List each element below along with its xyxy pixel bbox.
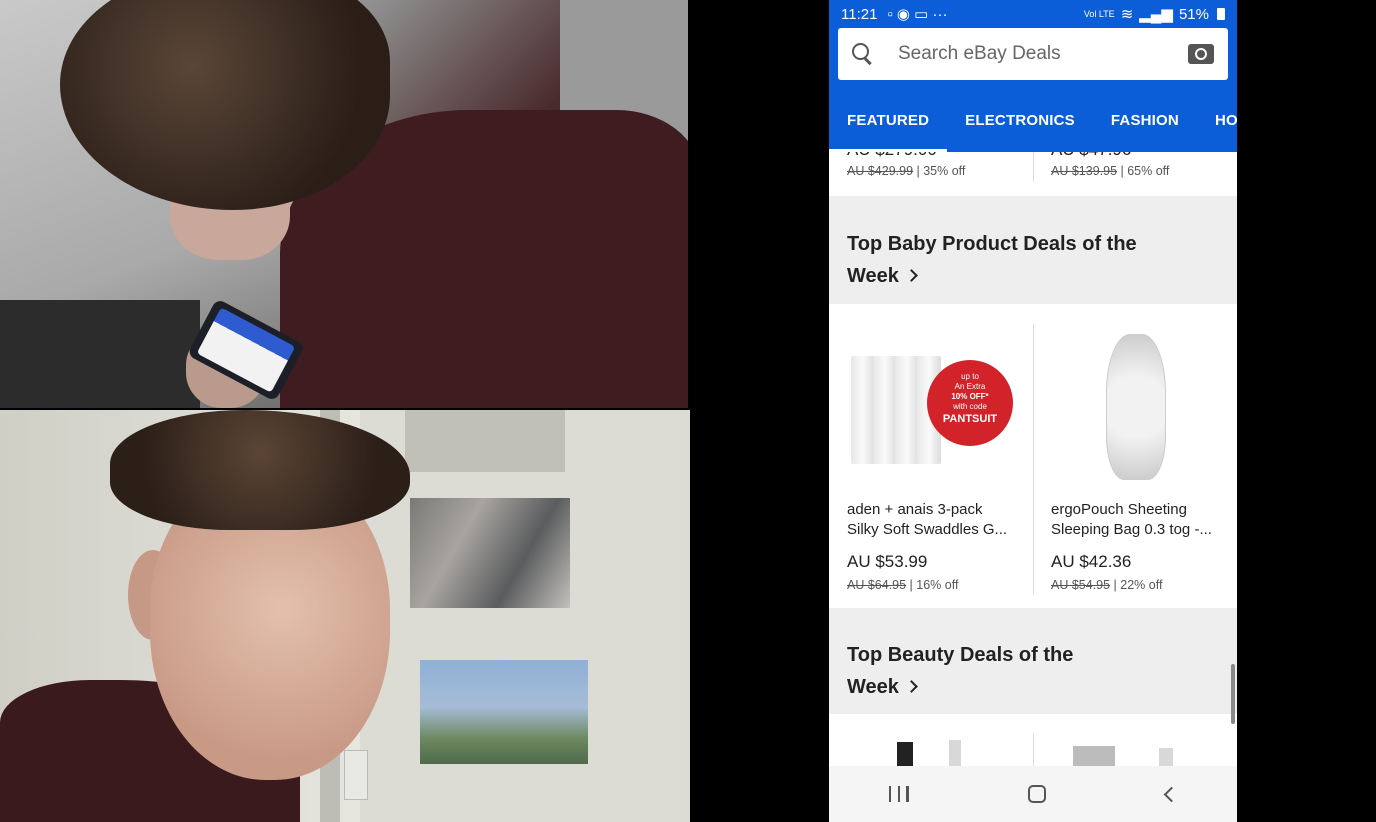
category-tabs: FEATURED ELECTRONICS FASHION HOM <box>829 104 1237 152</box>
status-time: 11:21 <box>841 5 878 23</box>
product-original-price: AU $139.95 | 65% off <box>1051 164 1170 178</box>
poster <box>420 660 588 764</box>
chevron-right-icon <box>905 680 918 693</box>
product-original-price: AU $64.95 | 16% off <box>847 578 959 592</box>
search-input[interactable]: Search eBay Deals <box>898 43 1188 65</box>
battery-level: 51% <box>1178 5 1209 23</box>
poster <box>410 498 570 608</box>
search-icon <box>852 43 874 65</box>
status-bar: 11:21 ▫ ◉ ▭ ··· Vol LTE ≋ ▂▄▆ 51% <box>829 0 1237 28</box>
swaddle-cloth <box>873 356 897 464</box>
product-card[interactable]: AU $47.96 AU $139.95 | 65% off <box>1033 152 1237 196</box>
product-title: aden + anais 3-pack Silky Soft Swaddles … <box>847 501 1008 538</box>
product-price: AU $53.99 <box>847 552 928 571</box>
product-image[interactable] <box>897 742 913 766</box>
person-hair <box>110 410 410 530</box>
promo-badge: up to An Extra 10% OFF* with code PANTSU… <box>927 360 1013 446</box>
product-original-price: AU $429.99 | 35% off <box>847 164 966 178</box>
product-image[interactable] <box>1159 748 1173 766</box>
app-header: Search eBay Deals FEATURED ELECTRONICS F… <box>829 28 1237 152</box>
tab-featured[interactable]: FEATURED <box>829 104 948 152</box>
signal-label: Vol LTE <box>1083 9 1115 19</box>
tab-electronics[interactable]: ELECTRONICS <box>947 104 1093 152</box>
product-image <box>1051 326 1221 480</box>
camera-icon[interactable] <box>1188 44 1214 64</box>
back-icon[interactable] <box>1163 786 1180 802</box>
product-price: AU $47.96 <box>1051 152 1237 160</box>
front-camera-view <box>0 410 690 822</box>
section-title-beauty[interactable]: Top Beauty Deals of the Week <box>847 639 1177 703</box>
battery-icon <box>1217 8 1225 20</box>
top-camera-view <box>0 0 688 408</box>
scrollbar[interactable] <box>1231 664 1235 724</box>
light-switch <box>344 750 368 800</box>
product-image: up to An Extra 10% OFF* with code PANTSU… <box>847 326 1017 478</box>
previous-product-row: AU $279.00 AU $429.99 | 35% off AU $47.9… <box>829 152 1237 196</box>
recents-icon[interactable] <box>888 786 909 802</box>
product-card[interactable]: up to An Extra 10% OFF* with code PANTSU… <box>829 304 1033 608</box>
product-price: AU $42.36 <box>1051 552 1132 571</box>
deals-feed[interactable]: AU $279.00 AU $429.99 | 35% off AU $47.9… <box>829 152 1237 766</box>
swaddle-cloth <box>851 356 875 464</box>
sleeping-bag <box>1106 334 1166 480</box>
floor <box>0 300 200 408</box>
notification-icons: ▫ ◉ ▭ ··· <box>887 6 948 23</box>
tab-home[interactable]: HOM <box>1197 104 1237 152</box>
product-title: ergoPouch Sheeting Sleeping Bag 0.3 tog … <box>1051 501 1212 538</box>
product-original-price: AU $54.95 | 22% off <box>1051 578 1163 592</box>
product-image[interactable] <box>949 740 961 766</box>
tab-fashion[interactable]: FASHION <box>1093 104 1197 152</box>
search-bar[interactable]: Search eBay Deals <box>838 28 1228 80</box>
product-card[interactable]: ergoPouch Sheeting Sleeping Bag 0.3 tog … <box>1033 304 1237 608</box>
section-title-baby[interactable]: Top Baby Product Deals of the Week <box>847 228 1177 292</box>
poster <box>405 410 565 472</box>
wifi-icon: ≋ <box>1120 6 1134 23</box>
phone-screen: 11:21 ▫ ◉ ▭ ··· Vol LTE ≋ ▂▄▆ 51% Search… <box>829 0 1237 822</box>
android-nav-bar <box>829 766 1237 822</box>
product-price: AU $279.00 <box>847 152 1033 160</box>
chevron-right-icon <box>905 269 918 282</box>
swaddle-cloth <box>895 356 919 464</box>
product-image[interactable] <box>1073 746 1115 766</box>
home-icon[interactable] <box>1028 785 1047 803</box>
product-card[interactable]: AU $279.00 AU $429.99 | 35% off <box>829 152 1033 196</box>
signal-icon: ▂▄▆ <box>1139 6 1173 23</box>
beauty-deals-row <box>829 714 1237 766</box>
baby-deals-row: up to An Extra 10% OFF* with code PANTSU… <box>829 304 1237 608</box>
divider <box>1033 734 1034 766</box>
